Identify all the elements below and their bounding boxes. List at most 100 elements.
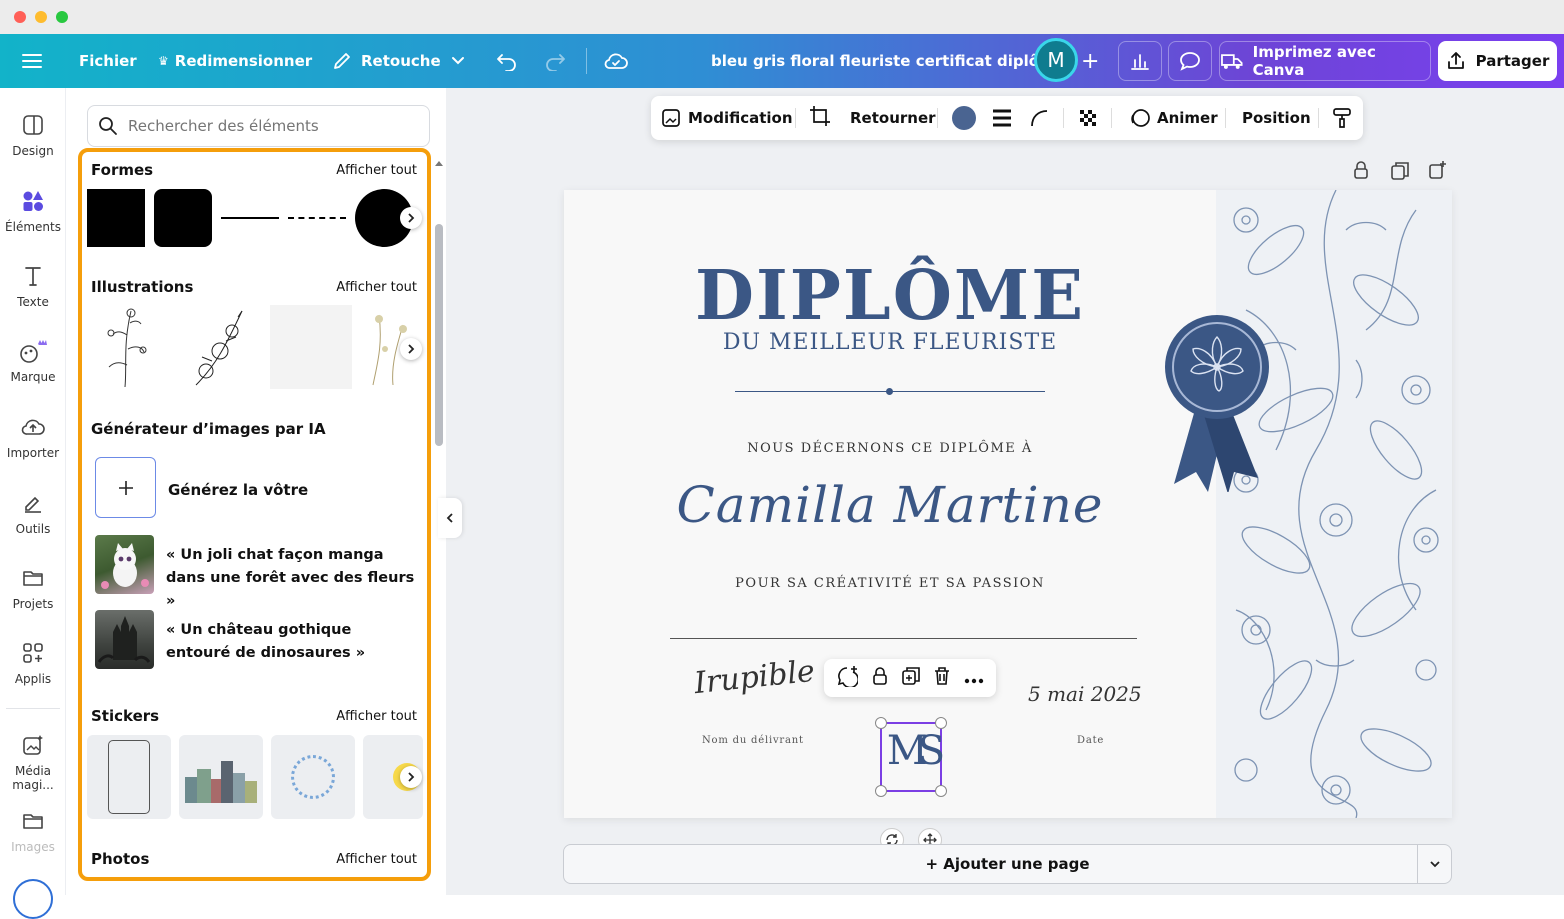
illustrations-see-all[interactable]: Afficher tout: [336, 280, 417, 295]
crop-icon[interactable]: [809, 105, 831, 131]
copy-style-icon[interactable]: [1331, 107, 1353, 133]
duplicate-icon[interactable]: [901, 666, 921, 690]
resize-handle[interactable]: [935, 785, 947, 797]
photos-see-all[interactable]: Afficher tout: [336, 852, 417, 867]
signature[interactable]: Irupible: [693, 654, 817, 701]
upload-icon: [1447, 52, 1464, 69]
add-page-button[interactable]: + Ajouter une page: [563, 844, 1452, 884]
resize-menu[interactable]: ♛ Redimensionner: [158, 34, 312, 88]
elements-highlight-box: Formes Afficher tout Illustrations Affic…: [78, 148, 431, 881]
sidebar-item-upload[interactable]: Importer: [0, 412, 66, 460]
shapes-next-button[interactable]: [400, 207, 422, 229]
duplicate-page-icon[interactable]: [1390, 161, 1410, 185]
ai-example-castle-thumbnail[interactable]: [95, 610, 154, 669]
award-line-text: NOUS DÉCERNONS CE DIPLÔME À: [747, 441, 1033, 456]
generate-image-label[interactable]: Générez la vôtre: [168, 481, 308, 499]
sidebar-item-elements[interactable]: Éléments: [0, 186, 66, 234]
sidebar-item-images[interactable]: Images: [0, 806, 66, 854]
edit-image-button[interactable]: Modification: [661, 108, 793, 128]
add-page-icon[interactable]: [1428, 160, 1448, 184]
date-value[interactable]: 5 mai 2025: [1028, 682, 1142, 706]
avatar[interactable]: M: [1034, 38, 1078, 82]
add-page-dropdown[interactable]: [1417, 845, 1451, 883]
tools-icon: [25, 496, 41, 513]
ai-example-cat-prompt[interactable]: « Un joli chat façon manga dans une forê…: [166, 544, 416, 613]
collapse-panel-button[interactable]: [438, 498, 462, 538]
comment-add-icon[interactable]: [836, 665, 860, 691]
issuer-label[interactable]: Nom du délivrant: [702, 735, 804, 746]
border-weight-icon[interactable]: [991, 108, 1013, 132]
position-label: Position: [1242, 109, 1311, 127]
reason-line[interactable]: POUR SA CRÉATIVITÉ ET SA PASSION: [564, 576, 1216, 591]
transparency-icon[interactable]: [1078, 108, 1098, 132]
certificate-subtitle[interactable]: DU MEILLEUR FLEURISTE: [564, 330, 1216, 355]
illustrations-next-button[interactable]: [400, 338, 422, 360]
sidebar-item-label: Importer: [6, 446, 60, 460]
zoom-window-button[interactable]: [56, 11, 68, 23]
stickers-next-button[interactable]: [400, 766, 422, 788]
sidebar-item-brand[interactable]: Marque: [0, 336, 66, 384]
sticker-dotted-circle[interactable]: [271, 735, 355, 819]
lock-page-icon[interactable]: [1352, 160, 1370, 184]
award-line[interactable]: NOUS DÉCERNONS CE DIPLÔME À: [564, 441, 1216, 456]
insights-button[interactable]: [1118, 41, 1162, 81]
minimize-window-button[interactable]: [35, 11, 47, 23]
recipient-name[interactable]: Camilla Martine: [564, 476, 1216, 534]
comments-button[interactable]: [1168, 41, 1212, 81]
illustration-flower-branch[interactable]: [87, 305, 167, 389]
stickers-see-all[interactable]: Afficher tout: [336, 709, 417, 724]
trash-icon[interactable]: [933, 666, 951, 690]
date-label[interactable]: Date: [1077, 735, 1104, 746]
resize-handle[interactable]: [935, 717, 947, 729]
sidebar-item-design[interactable]: Design: [0, 110, 66, 158]
add-collaborator-button[interactable]: +: [1081, 34, 1099, 88]
share-button[interactable]: Partager: [1438, 41, 1557, 81]
help-button[interactable]: [13, 879, 53, 919]
resize-handle[interactable]: [875, 717, 887, 729]
resize-handle[interactable]: [875, 785, 887, 797]
document-title[interactable]: bleu gris floral fleuriste certificat di…: [711, 34, 1065, 88]
sidebar-item-apps[interactable]: Applis: [0, 638, 66, 686]
lock-icon[interactable]: [871, 666, 889, 690]
monogram-selection[interactable]: MS: [875, 717, 947, 797]
ai-example-cat-thumbnail[interactable]: [95, 535, 154, 594]
shapes-see-all[interactable]: Afficher tout: [336, 163, 417, 178]
undo-icon[interactable]: [496, 34, 518, 88]
generate-text: Générez la vôtre: [168, 481, 309, 499]
divider: [586, 48, 587, 74]
monogram[interactable]: MS: [882, 728, 945, 774]
scroll-up-arrow[interactable]: [434, 152, 444, 166]
certificate-page[interactable]: DIPLÔME DU MEILLEUR FLEURISTE NOUS DÉCER…: [564, 190, 1452, 818]
more-options-icon[interactable]: [964, 669, 984, 688]
sidebar-item-tools[interactable]: Outils: [0, 488, 66, 536]
search-box[interactable]: [87, 105, 430, 147]
panel-scrollbar[interactable]: [435, 224, 443, 446]
shape-square[interactable]: [87, 189, 145, 247]
corner-rounding-icon[interactable]: [1029, 108, 1049, 132]
color-swatch[interactable]: [952, 106, 976, 130]
sticker-city-skyline[interactable]: [179, 735, 263, 819]
shape-dashed-line[interactable]: [288, 217, 346, 219]
sidebar-item-projects[interactable]: Projets: [0, 563, 66, 611]
cloud-saved-icon[interactable]: [604, 34, 628, 88]
print-with-canva-button[interactable]: Imprimez avec Canva: [1219, 41, 1431, 81]
flip-button[interactable]: Retourner: [850, 109, 936, 127]
retouch-menu[interactable]: Retouche: [332, 34, 465, 88]
certificate-title[interactable]: DIPLÔME: [564, 256, 1216, 336]
shape-rounded-square[interactable]: [154, 189, 212, 247]
search-input[interactable]: [128, 117, 408, 135]
file-menu[interactable]: Fichier: [79, 34, 137, 88]
shape-line[interactable]: [221, 217, 279, 219]
sidebar-item-magic-media[interactable]: Média magi...: [0, 730, 66, 792]
illustration-pattern[interactable]: [270, 305, 352, 389]
sidebar-item-text[interactable]: Texte: [0, 261, 66, 309]
sticker-phone-frame[interactable]: [87, 735, 171, 819]
generate-image-button[interactable]: [95, 457, 156, 518]
ai-example-castle-prompt[interactable]: « Un château gothique entouré de dinosau…: [166, 619, 416, 665]
close-window-button[interactable]: [14, 11, 26, 23]
hamburger-icon[interactable]: [22, 34, 42, 88]
illustration-blossom-branch[interactable]: [176, 305, 256, 389]
animate-button[interactable]: Animer: [1129, 107, 1218, 129]
redo-icon[interactable]: [544, 34, 566, 88]
position-button[interactable]: Position: [1242, 109, 1311, 127]
